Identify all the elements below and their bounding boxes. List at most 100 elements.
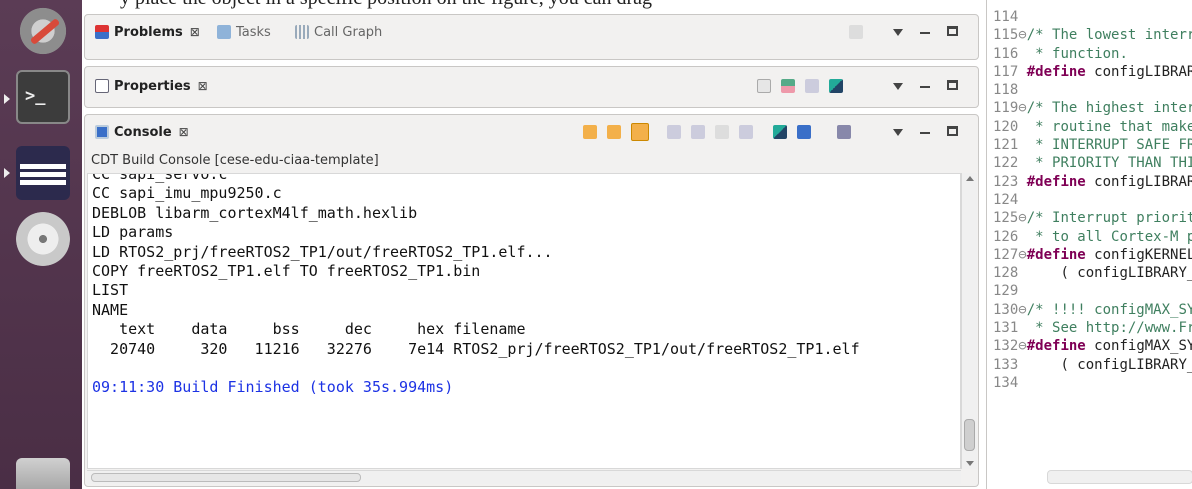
fold-icon: [1018, 192, 1026, 208]
console-line: NAME: [92, 300, 129, 319]
fold-icon[interactable]: ⊖: [1018, 338, 1026, 354]
scroll-down-icon[interactable]: [966, 461, 974, 466]
code-content: #define configLIBRARY_MAX_SYSCALL_INTERR…: [1026, 173, 1192, 190]
tasks-icon: [217, 25, 231, 39]
console-line: text data bss dec hex filename: [92, 320, 526, 339]
fold-icon[interactable]: ⊖: [1018, 247, 1026, 263]
fold-icon[interactable]: ⊖: [1018, 210, 1026, 226]
code-line: 126 * to all Cortex-M ports: [993, 228, 1192, 246]
tab-call-graph-label: Call Graph: [314, 24, 383, 40]
fold-icon[interactable]: ⊖: [1018, 302, 1026, 318]
word-wrap-icon[interactable]: [691, 125, 705, 139]
scroll-thumb[interactable]: [964, 419, 975, 451]
fold-icon: [1018, 357, 1026, 373]
line-number: 129: [993, 283, 1019, 300]
scroll-lock-icon[interactable]: [583, 125, 597, 139]
close-icon[interactable]: ⊠: [198, 79, 208, 93]
code-line: 133 ( configLIBRARY_MAX_SYSCALL_INTERRUP…: [993, 356, 1192, 374]
minimize-icon[interactable]: [920, 86, 930, 88]
clear-console-icon[interactable]: [667, 125, 681, 139]
fold-icon: [1018, 9, 1026, 25]
close-icon[interactable]: ⊠: [190, 25, 200, 39]
console-output[interactable]: CC sapi_servo.c CC sapi_imu_mpu9250.c DEBL…: [87, 173, 961, 469]
fold-icon: [1018, 229, 1026, 245]
console-icon: [95, 125, 109, 139]
background-document-text: y place the object in a specific positio…: [120, 0, 652, 9]
line-number: 128: [993, 265, 1019, 282]
tab-problems[interactable]: Problems ⊠: [95, 21, 200, 43]
tab-tasks[interactable]: Tasks: [217, 21, 271, 43]
view-menu-icon[interactable]: [893, 29, 903, 36]
pin-icon[interactable]: [773, 125, 787, 139]
tab-console[interactable]: Console ⊠: [95, 121, 189, 143]
dvd-icon[interactable]: [16, 212, 70, 266]
code-line: 130⊖/* !!!! configMAX_SYSCALL_INTERRUPT_…: [993, 301, 1192, 319]
code-line: 131 * See http://www.FreeRTOS.org/RTOS-C…: [993, 319, 1192, 337]
minimize-icon[interactable]: [920, 32, 930, 34]
running-indicator: [4, 168, 10, 178]
tab-problems-label: Problems: [114, 24, 183, 40]
maximize-icon[interactable]: [947, 80, 958, 90]
fold-icon: [1018, 174, 1026, 190]
display-console-menu-icon[interactable]: [821, 125, 829, 139]
editor-horizontal-scrollbar[interactable]: [1047, 470, 1192, 484]
line-number: 127: [993, 246, 1019, 263]
trash-icon[interactable]: [16, 458, 70, 489]
settings-icon[interactable]: [16, 4, 70, 58]
console-vertical-scrollbar[interactable]: [961, 173, 977, 469]
show-lines-icon[interactable]: [715, 125, 729, 139]
terminal-icon[interactable]: >_: [16, 70, 70, 124]
tab-properties-label: Properties: [114, 78, 191, 94]
code-line: 119⊖/* The highest interrupt priority th…: [993, 99, 1192, 117]
maximize-icon[interactable]: [947, 26, 958, 36]
view-menu-icon[interactable]: [893, 83, 903, 90]
view-menu-icon[interactable]: [893, 129, 903, 136]
scroll-up-icon[interactable]: [966, 176, 974, 181]
line-number: 130: [993, 301, 1019, 318]
show-advanced-icon[interactable]: [781, 79, 795, 93]
console-line: 09:11:30 Build Finished (took 35s.994ms): [92, 378, 454, 397]
fold-icon: [1018, 155, 1026, 171]
problems-panel: Problems ⊠ Tasks Call Graph: [84, 14, 979, 60]
code-content: * PRIORITY THAN THIS!: [1035, 155, 1192, 172]
line-number: 124: [993, 191, 1019, 208]
console-horizontal-scrollbar[interactable]: [87, 470, 961, 484]
eclipse-icon[interactable]: [16, 146, 70, 200]
pin-icon[interactable]: [829, 79, 843, 93]
console-line: 20740 320 11216 32276 7e14 RTOS2_prj/fre…: [92, 339, 860, 358]
code-content: #define configKERNEL_INTERRUPT_PRIORITY: [1026, 246, 1192, 263]
pin-console-icon[interactable]: [631, 123, 649, 141]
scroll-thumb[interactable]: [91, 473, 361, 482]
code-line: 128 ( configLIBRARY_LOWEST_INTERRUPT_PRI…: [993, 264, 1192, 282]
filter-icon[interactable]: [849, 25, 863, 39]
line-number: 114: [993, 9, 1019, 25]
properties-panel: Properties ⊠: [84, 66, 979, 108]
code-line: 132⊖#define configMAX_SYSCALL_INTERRUPT_…: [993, 337, 1192, 355]
display-console-icon[interactable]: [797, 125, 811, 139]
tab-properties[interactable]: Properties ⊠: [95, 75, 208, 97]
new-console-icon[interactable]: [837, 125, 851, 139]
fold-icon: [1018, 137, 1026, 153]
restore-default-icon[interactable]: [805, 79, 819, 93]
code-line: 127⊖#define configKERNEL_INTERRUPT_PRIOR…: [993, 246, 1192, 264]
code-content: #define configLIBRARY_LOWEST_INTERRUPT_P…: [1026, 63, 1192, 80]
fold-icon[interactable]: ⊖: [1018, 100, 1026, 116]
line-number: 131: [993, 320, 1019, 337]
fold-icon: [1018, 320, 1026, 336]
close-icon[interactable]: ⊠: [179, 125, 189, 139]
up-icon[interactable]: [607, 125, 621, 139]
code-line: 117 #define configLIBRARY_LOWEST_INTERRU…: [993, 63, 1192, 81]
maximize-icon[interactable]: [947, 126, 958, 136]
console-line: LIST: [92, 281, 129, 300]
code-content: #define configMAX_SYSCALL_INTERRUPT_PRIO…: [1026, 338, 1192, 355]
code-line: 118: [993, 81, 1192, 99]
show-categories-icon[interactable]: [757, 79, 771, 93]
code-editor[interactable]: 114 115⊖/* The lowest interrupt priority…: [986, 0, 1192, 489]
minimize-icon[interactable]: [920, 132, 930, 134]
copy-icon[interactable]: [739, 125, 753, 139]
line-number: 118: [993, 82, 1019, 99]
tab-call-graph[interactable]: Call Graph: [295, 21, 382, 43]
code-content: * See http://www.FreeRTOS.org/RTOS-Corte…: [1035, 320, 1192, 337]
fold-icon[interactable]: ⊖: [1018, 27, 1026, 43]
